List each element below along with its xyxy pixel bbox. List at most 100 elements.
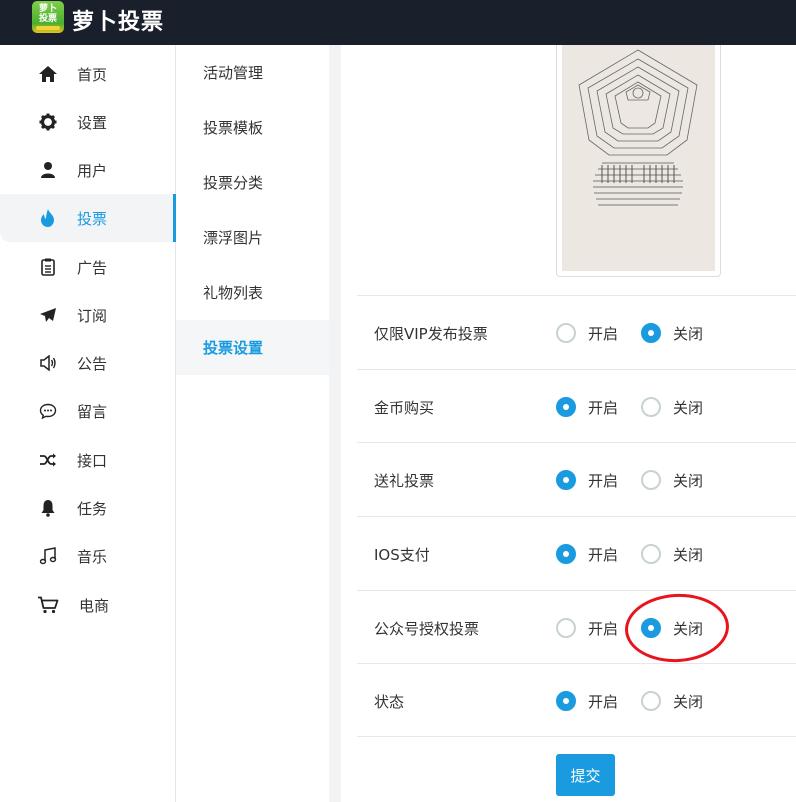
sidebar-item-messages[interactable]: 留言 (0, 387, 176, 435)
subnav-item-floating-images[interactable]: 漂浮图片 (176, 210, 329, 265)
radio-label: 关闭 (673, 471, 704, 490)
sidebar-item-label: 首页 (77, 65, 108, 84)
radio-open[interactable]: 开启 (556, 617, 618, 639)
setting-row-gift-vote: 送礼投票 开启 关闭 (357, 442, 796, 516)
subnav-item-vote-categories[interactable]: 投票分类 (176, 155, 329, 210)
radio-circle[interactable] (556, 691, 576, 711)
paper-plane-icon (37, 304, 59, 326)
radio-label: 关闭 (673, 398, 704, 417)
decorative-image (562, 45, 715, 271)
setting-row-wechat-auth-vote: 公众号授权投票 开启 关闭 (357, 590, 796, 664)
radio-label: 关闭 (673, 324, 704, 343)
shuffle-icon (37, 449, 59, 471)
logo-text-top: 萝卜 (38, 4, 57, 14)
sidebar-item-label: 任务 (77, 499, 108, 518)
radio-label: 开启 (588, 398, 619, 417)
setting-label: 状态 (374, 692, 405, 711)
setting-row-coin-purchase: 金币购买 开启 关闭 (357, 369, 796, 443)
radio-label: 关闭 (673, 619, 704, 638)
logo-bar (36, 26, 60, 30)
user-icon (37, 159, 59, 181)
radio-close[interactable]: 关闭 (641, 617, 703, 639)
radio-label: 关闭 (673, 545, 704, 564)
radio-close[interactable]: 关闭 (641, 543, 703, 565)
home-icon (37, 63, 59, 85)
radio-close[interactable]: 关闭 (641, 322, 703, 344)
radio-label: 开启 (588, 545, 619, 564)
top-header: 萝卜 投票 萝卜投票 (0, 0, 796, 45)
radio-circle[interactable] (556, 397, 576, 417)
radio-open[interactable]: 开启 (556, 322, 618, 344)
sidebar-item-shop[interactable]: 电商 (0, 581, 176, 629)
radio-label: 关闭 (673, 692, 704, 711)
radio-circle[interactable] (556, 470, 576, 490)
sidebar-item-label: 公告 (77, 354, 108, 373)
gear-icon (37, 111, 59, 133)
subnav-item-vote-templates[interactable]: 投票模板 (176, 100, 329, 155)
app-title: 萝卜投票 (72, 10, 165, 35)
divider (357, 736, 796, 737)
subnav-item-vote-settings[interactable]: 投票设置 (176, 320, 329, 375)
sidebar-item-api[interactable]: 接口 (0, 436, 176, 484)
radio-circle[interactable] (641, 544, 661, 564)
radio-close[interactable]: 关闭 (641, 469, 703, 491)
music-note-icon (37, 545, 59, 567)
bell-icon (37, 497, 59, 519)
setting-label: 送礼投票 (374, 471, 435, 490)
main-content: 仅限VIP发布投票 开启 关闭 金币购买 开启 关闭 送礼投票 开启 关闭 IO… (341, 45, 796, 802)
setting-row-status: 状态 开启 关闭 (357, 663, 796, 737)
logo-text-bottom: 投票 (38, 14, 57, 24)
radio-open[interactable]: 开启 (556, 543, 618, 565)
radio-circle[interactable] (556, 618, 576, 638)
sidebar-item-subscribe[interactable]: 订阅 (0, 291, 176, 339)
subnav-item-activity-management[interactable]: 活动管理 (176, 45, 329, 100)
fire-icon (37, 207, 59, 229)
radio-open[interactable]: 开启 (556, 396, 618, 418)
setting-row-ios-pay: IOS支付 开启 关闭 (357, 516, 796, 590)
app-logo[interactable]: 萝卜 投票 (32, 1, 64, 33)
radio-label: 开启 (588, 471, 619, 490)
radio-circle[interactable] (556, 544, 576, 564)
image-preview[interactable] (556, 45, 721, 277)
sidebar-item-vote[interactable]: 投票 (0, 194, 176, 242)
radio-circle[interactable] (641, 397, 661, 417)
radio-circle[interactable] (641, 618, 661, 638)
sidebar-item-label: 投票 (77, 209, 108, 228)
radio-open[interactable]: 开启 (556, 690, 618, 712)
sidebar-item-ads[interactable]: 广告 (0, 243, 176, 291)
sidebar-item-settings[interactable]: 设置 (0, 98, 176, 146)
clipboard-icon (37, 256, 59, 278)
subnav-item-gift-list[interactable]: 礼物列表 (176, 265, 329, 320)
radio-circle[interactable] (556, 323, 576, 343)
sidebar-item-label: 留言 (77, 402, 108, 421)
chat-bubble-icon (37, 400, 59, 422)
secondary-sidebar: 活动管理 投票模板 投票分类 漂浮图片 礼物列表 投票设置 (176, 45, 329, 802)
setting-label: 仅限VIP发布投票 (374, 324, 488, 343)
radio-label: 开启 (588, 619, 619, 638)
setting-row-vip-only: 仅限VIP发布投票 开启 关闭 (357, 295, 796, 369)
sidebar-item-label: 接口 (77, 451, 108, 470)
primary-sidebar: 首页 设置 用户 投票 广告 订阅 公告 留言 接口 任务 音乐 电商 (0, 45, 176, 802)
sidebar-item-tasks[interactable]: 任务 (0, 484, 176, 532)
radio-circle[interactable] (641, 691, 661, 711)
sidebar-item-label: 电商 (79, 596, 110, 615)
sidebar-item-label: 音乐 (77, 547, 108, 566)
sidebar-item-users[interactable]: 用户 (0, 146, 176, 194)
sidebar-item-label: 用户 (77, 161, 108, 180)
submit-button[interactable]: 提交 (556, 754, 615, 796)
radio-label: 开启 (588, 692, 619, 711)
radio-open[interactable]: 开启 (556, 469, 618, 491)
sidebar-item-label: 订阅 (77, 306, 108, 325)
radio-circle[interactable] (641, 470, 661, 490)
sidebar-item-announcement[interactable]: 公告 (0, 339, 176, 387)
radio-close[interactable]: 关闭 (641, 396, 703, 418)
radio-close[interactable]: 关闭 (641, 690, 703, 712)
radio-circle[interactable] (641, 323, 661, 343)
radio-label: 开启 (588, 324, 619, 343)
sidebar-item-label: 设置 (77, 113, 108, 132)
sidebar-item-music[interactable]: 音乐 (0, 532, 176, 580)
cart-icon (37, 594, 59, 616)
setting-label: IOS支付 (374, 545, 430, 564)
sidebar-item-home[interactable]: 首页 (0, 50, 176, 98)
setting-label: 金币购买 (374, 398, 435, 417)
